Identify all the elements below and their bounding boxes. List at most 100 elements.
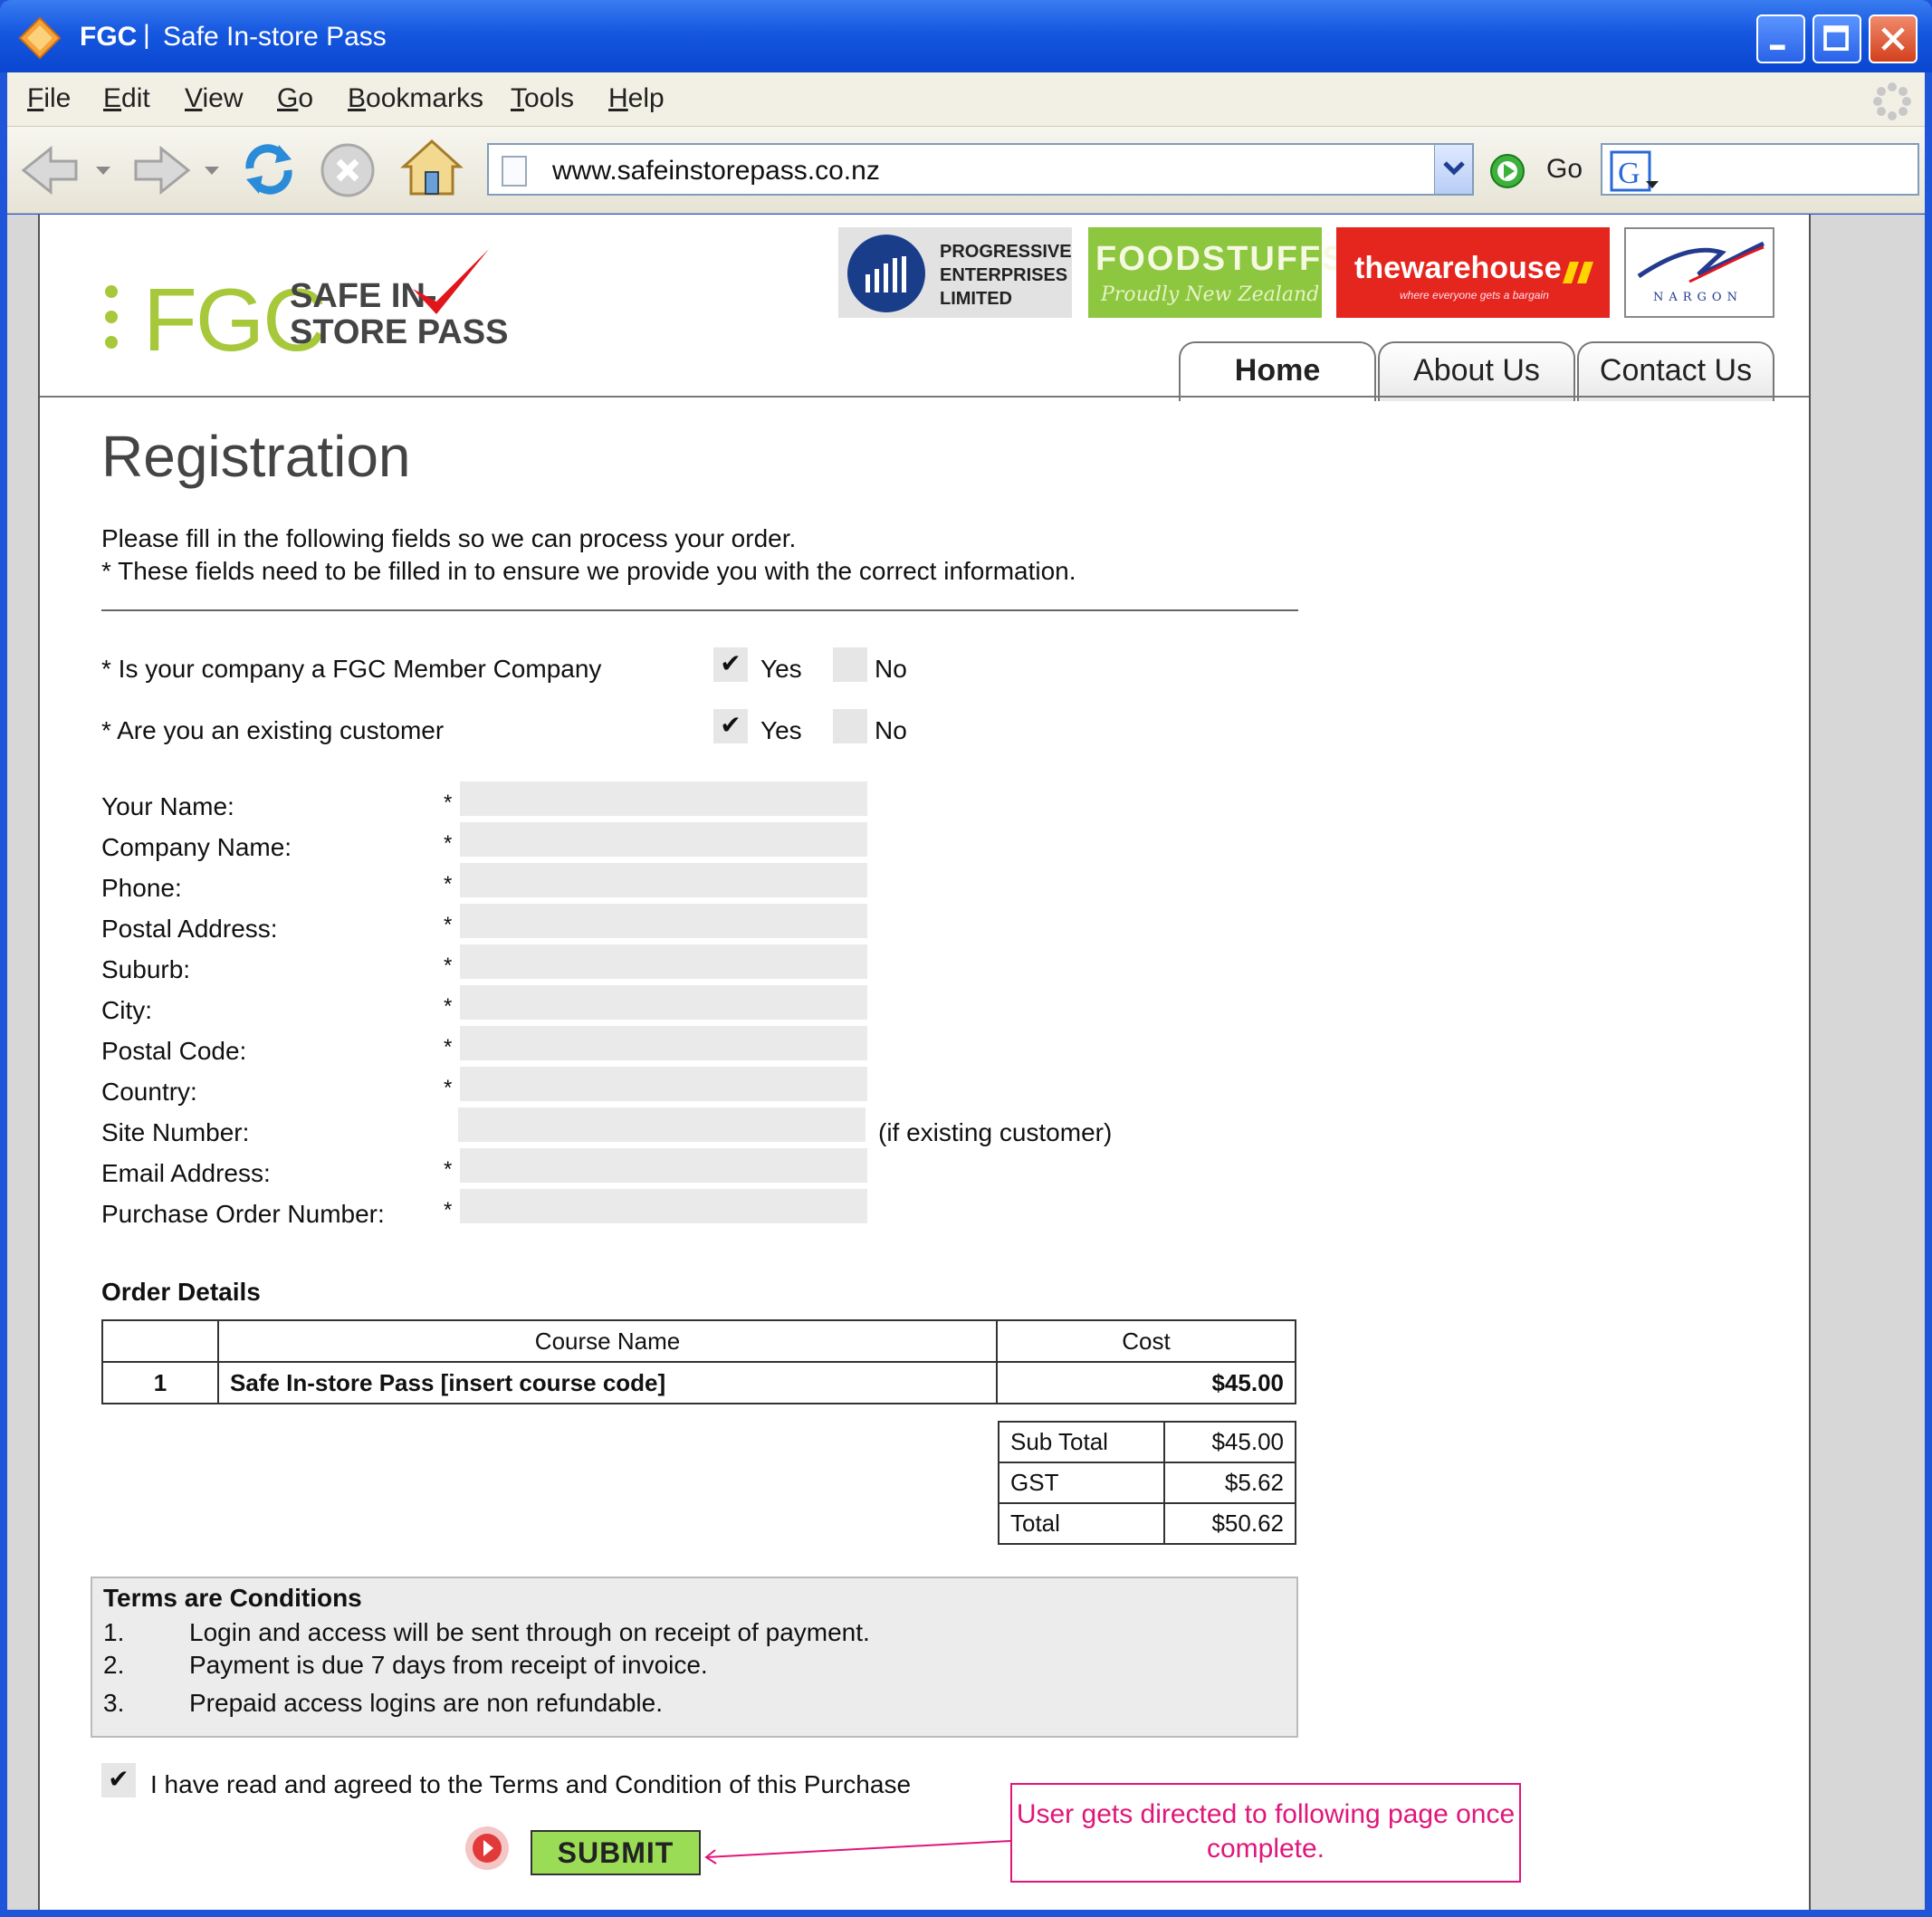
menu-help[interactable]: Help	[608, 83, 665, 114]
menu-go[interactable]: Go	[277, 83, 313, 114]
reload-icon[interactable]	[239, 139, 299, 199]
purchase-order-label: Purchase Order Number:	[101, 1200, 385, 1228]
member-company-no-label: No	[875, 655, 907, 683]
phone-input[interactable]	[460, 863, 867, 897]
existing-customer-yes-checkbox[interactable]: ✔	[713, 709, 748, 743]
country-input[interactable]	[460, 1067, 867, 1101]
your-name-input[interactable]	[460, 781, 867, 816]
window-title-app: FGC	[80, 22, 138, 52]
totals-table: Sub Total $45.00 GST $5.62 Total $50.62	[997, 1421, 1296, 1545]
postal-code-input[interactable]	[460, 1026, 867, 1060]
email-address-input[interactable]	[460, 1148, 867, 1183]
order-header-course: Course Name	[217, 1319, 998, 1363]
company-name-input[interactable]	[460, 822, 867, 857]
back-dropdown-icon[interactable]	[94, 163, 112, 177]
tab-about-us[interactable]: About Us	[1378, 341, 1575, 401]
the-warehouse-logo: thewarehouse where everyone gets a barga…	[1336, 227, 1610, 318]
order-table: Course Name Cost 1 Safe In-store Pass [i…	[101, 1319, 1296, 1404]
menu-tools[interactable]: Tools	[511, 83, 574, 114]
warehouse-tagline: where everyone gets a bargain	[1400, 289, 1549, 302]
tab-contact-us[interactable]: Contact Us	[1577, 341, 1774, 401]
country-label: Country:	[101, 1078, 197, 1106]
company-name-label: Company Name:	[101, 833, 292, 861]
term-text: Prepaid access logins are non refundable…	[189, 1689, 664, 1717]
address-dropdown-button[interactable]	[1434, 145, 1472, 194]
postal-address-input[interactable]	[460, 904, 867, 938]
address-bar[interactable]: www.safeinstorepass.co.nz	[487, 143, 1474, 196]
home-icon[interactable]	[400, 138, 464, 197]
menu-edit[interactable]: Edit	[103, 83, 150, 114]
progressive-enterprises-logo: PROGRESSIVE ENTERPRISES LIMITED	[838, 227, 1072, 318]
order-table-header: Course Name Cost	[101, 1319, 1296, 1363]
browser-viewport: FGC SAFE IN- STORE PASS PROGRESSIVE ENTE…	[7, 215, 1925, 1910]
city-label: City:	[101, 996, 152, 1024]
company-name-required: *	[444, 831, 453, 856]
email-address-required: *	[444, 1157, 453, 1182]
suburb-input[interactable]	[460, 944, 867, 979]
title-bar[interactable]: FGC | Safe In-store Pass	[0, 0, 1932, 72]
purchase-order-input[interactable]	[460, 1189, 867, 1223]
header-divider	[40, 396, 1809, 398]
progressive-line-1: PROGRESSIVE	[940, 242, 1072, 262]
city-input[interactable]	[460, 985, 867, 1020]
address-url[interactable]: www.safeinstorepass.co.nz	[552, 156, 880, 187]
browser-app-icon	[18, 16, 62, 60]
navigation-toolbar: www.safeinstorepass.co.nz Go G	[7, 127, 1925, 214]
search-input[interactable]: G	[1601, 143, 1919, 196]
back-arrow-icon[interactable]	[20, 143, 83, 197]
minimize-button[interactable]	[1756, 14, 1805, 63]
maximize-icon	[1823, 25, 1849, 51]
agree-terms-label: I have read and agreed to the Terms and …	[150, 1770, 912, 1798]
forward-arrow-icon[interactable]	[129, 143, 192, 197]
window-title-page: Safe In-store Pass	[163, 22, 387, 52]
submit-button[interactable]: SUBMIT	[531, 1830, 701, 1875]
order-row-cost: $45.00	[996, 1361, 1296, 1404]
total-value: $50.62	[1163, 1502, 1296, 1545]
subtotal-row: Sub Total $45.00	[997, 1421, 1296, 1463]
postal-address-label: Postal Address:	[101, 915, 278, 943]
warehouse-name: thewarehouse	[1354, 251, 1562, 285]
foodstuffs-tagline: Proudly New Zealand	[1101, 283, 1320, 306]
annotation-callout: User gets directed to following page onc…	[1010, 1783, 1521, 1883]
postal-address-required: *	[444, 913, 453, 937]
go-arrow-icon[interactable]	[1488, 152, 1526, 190]
member-company-no-checkbox[interactable]	[833, 647, 867, 682]
close-button[interactable]	[1869, 14, 1918, 63]
phone-label: Phone:	[101, 874, 182, 902]
google-search-icon[interactable]: G	[1610, 150, 1660, 192]
page-title: Registration	[101, 424, 411, 489]
existing-customer-no-label: No	[875, 716, 907, 744]
site-number-note: (if existing customer)	[878, 1118, 1113, 1146]
nargon-logo: NARGON	[1624, 227, 1774, 318]
foodstuffs-logo: FOODSTUFFS Proudly New Zealand	[1088, 227, 1345, 318]
maximize-button[interactable]	[1812, 14, 1861, 63]
nargon-name: NARGON	[1653, 291, 1743, 304]
menu-file[interactable]: File	[27, 83, 71, 114]
site-number-label: Site Number:	[101, 1118, 250, 1146]
order-header-number	[101, 1319, 219, 1363]
member-company-yes-checkbox[interactable]: ✔	[713, 647, 748, 682]
agree-terms-checkbox[interactable]: ✔	[101, 1763, 136, 1797]
minimize-icon	[1769, 44, 1785, 51]
throbber-icon	[1873, 82, 1911, 120]
go-button-label[interactable]: Go	[1546, 154, 1583, 185]
forward-dropdown-icon[interactable]	[203, 163, 221, 177]
tab-home[interactable]: Home	[1179, 341, 1376, 401]
stop-icon[interactable]	[319, 141, 377, 199]
table-row: 1 Safe In-store Pass [insert course code…	[101, 1361, 1296, 1404]
list-item: 3. Prepaid access logins are non refundab…	[103, 1689, 663, 1718]
menu-view[interactable]: View	[185, 83, 243, 114]
city-required: *	[444, 994, 453, 1019]
existing-customer-no-checkbox[interactable]	[833, 709, 867, 743]
term-number: 2.	[103, 1651, 125, 1679]
term-text: Login and access will be sent through on…	[189, 1618, 870, 1646]
svg-text:G: G	[1618, 157, 1640, 190]
intro-line-1: Please fill in the following fields so w…	[101, 524, 797, 552]
country-required: *	[444, 1076, 453, 1100]
submit-arrow-icon[interactable]	[464, 1825, 511, 1872]
intro-text: Please fill in the following fields so w…	[101, 522, 1076, 588]
email-address-label: Email Address:	[101, 1159, 271, 1187]
site-number-input[interactable]	[458, 1107, 866, 1142]
menu-bookmarks[interactable]: Bookmarks	[348, 83, 483, 114]
subtotal-value: $45.00	[1163, 1421, 1296, 1463]
